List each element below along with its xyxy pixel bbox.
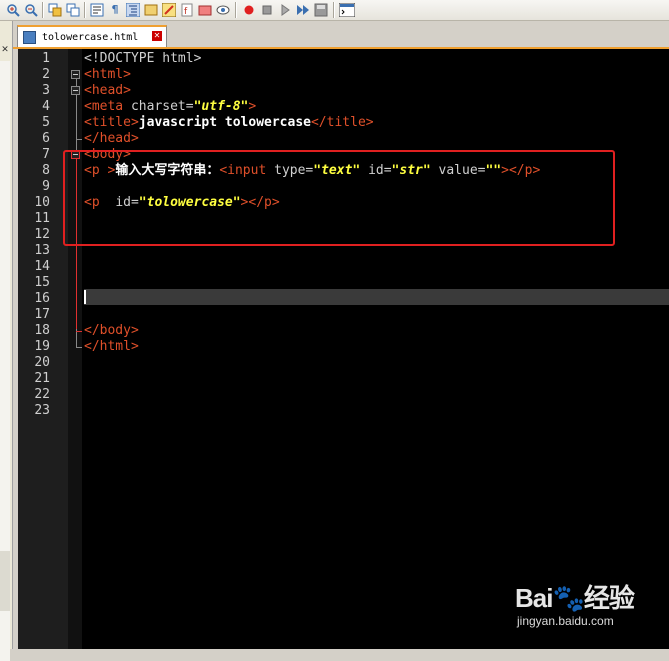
head-close-tag: </head>	[84, 131, 139, 146]
baidu-jingyan-watermark: Bai🐾经验 jingyan.baidu.com	[515, 578, 665, 638]
file-icon	[23, 30, 36, 44]
folder-workspace-icon[interactable]	[196, 1, 214, 18]
tag-close: >	[248, 99, 257, 114]
code-line-18: </body>	[84, 323, 139, 339]
html-close-tag: </html>	[84, 339, 139, 354]
line-number: 7	[42, 147, 50, 162]
fold-toggle-icon[interactable]	[71, 70, 80, 79]
line-number: 5	[42, 115, 50, 130]
title-text: javascript tolowercase	[138, 115, 311, 130]
fold-end-marker	[76, 331, 82, 332]
tab-tolowercase-html[interactable]: tolowercase.html ✕	[17, 25, 167, 47]
code-line-19: </html>	[84, 339, 139, 355]
function-list-icon[interactable]: f	[178, 1, 196, 18]
attr-charset: charset=	[130, 99, 194, 114]
word-wrap-icon[interactable]	[88, 1, 106, 18]
toolbar: ¶ f	[0, 0, 669, 21]
highlight-annotation-box	[63, 150, 615, 246]
line-number: 4	[42, 99, 50, 114]
close-tab-icon[interactable]: ✕	[152, 31, 162, 41]
doc-map-icon[interactable]	[160, 1, 178, 18]
fold-end-marker	[76, 347, 82, 348]
line-number: 9	[42, 179, 50, 194]
watermark-logo: Bai🐾经验	[515, 583, 635, 613]
line-number: 22	[34, 387, 50, 402]
code-line-5: <title>javascript tolowercase</title>	[84, 115, 374, 131]
save-macro-icon[interactable]	[312, 1, 330, 18]
title-open-tag: <title>	[84, 115, 139, 130]
zoom-in-icon[interactable]	[4, 1, 22, 18]
monitoring-icon[interactable]	[214, 1, 232, 18]
code-line-6: </head>	[84, 131, 139, 147]
sync-horizontal-icon[interactable]	[64, 1, 82, 18]
meta-tag: <meta	[84, 99, 124, 114]
code-line-1: <!DOCTYPE html>	[84, 51, 201, 67]
side-panel: ✕	[0, 21, 13, 661]
code-line-4: <meta charset="utf-8">	[84, 99, 256, 115]
current-line-highlight	[84, 289, 669, 305]
title-close-tag: </title>	[310, 115, 374, 130]
line-number: 23	[34, 403, 50, 418]
zoom-out-icon[interactable]	[22, 1, 40, 18]
show-all-chars-icon[interactable]: ¶	[106, 1, 124, 18]
line-number: 2	[42, 67, 50, 82]
code-editor[interactable]: 1 2 3 4 5 6 7 8 9 10 11 12 13 14 15 16 1…	[18, 49, 669, 649]
head-open-tag: <head>	[84, 83, 131, 98]
line-number: 18	[34, 323, 50, 338]
fold-toggle-icon[interactable]	[71, 86, 80, 95]
line-number-gutter: 1 2 3 4 5 6 7 8 9 10 11 12 13 14 15 16 1…	[18, 49, 68, 649]
line-number: 12	[34, 227, 50, 242]
playback-icon[interactable]	[276, 1, 294, 18]
line-number: 16	[34, 291, 50, 306]
line-number: 6	[42, 131, 50, 146]
line-number: 20	[34, 355, 50, 370]
tab-label: tolowercase.html	[42, 31, 139, 43]
scrollbar-thumb[interactable]	[0, 551, 10, 611]
line-number: 17	[34, 307, 50, 322]
sync-vertical-icon[interactable]	[46, 1, 64, 18]
close-icon[interactable]: ✕	[0, 45, 10, 55]
record-macro-icon[interactable]	[240, 1, 258, 18]
line-number: 14	[34, 259, 50, 274]
code-line-3: <head>	[84, 83, 131, 99]
line-number: 11	[34, 211, 50, 226]
doctype: <!DOCTYPE html>	[84, 51, 202, 66]
line-number: 21	[34, 371, 50, 386]
indent-guide-icon[interactable]	[124, 1, 142, 18]
body-close-tag: </body>	[84, 323, 139, 338]
stop-record-icon[interactable]	[258, 1, 276, 18]
user-lang-icon[interactable]	[142, 1, 160, 18]
line-number: 1	[42, 51, 50, 66]
line-number: 8	[42, 163, 50, 178]
line-number: 3	[42, 83, 50, 98]
code-line-2: <html>	[84, 67, 131, 83]
line-number: 15	[34, 275, 50, 290]
watermark-url: jingyan.baidu.com	[517, 614, 614, 628]
text-caret	[84, 290, 86, 304]
fold-end-marker	[76, 139, 82, 140]
run-macro-multiple-icon[interactable]	[294, 1, 312, 18]
attr-value: "utf-8"	[193, 99, 249, 114]
side-panel-scrollbar[interactable]	[0, 61, 10, 661]
tab-bar: tolowercase.html ✕	[13, 21, 669, 49]
line-number: 19	[34, 339, 50, 354]
line-number: 13	[34, 243, 50, 258]
line-number: 10	[34, 195, 50, 210]
html-open-tag: <html>	[84, 67, 131, 82]
console-icon[interactable]	[338, 1, 356, 18]
